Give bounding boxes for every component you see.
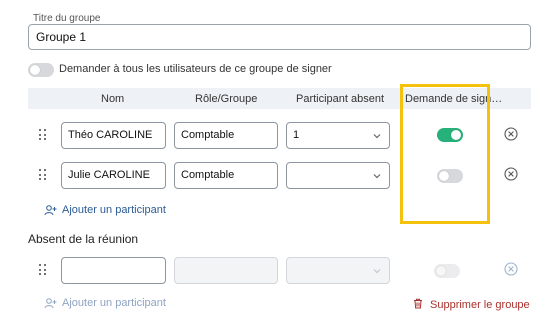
absent-participant-value: 1 <box>293 129 300 141</box>
participant-name-field[interactable]: Théo CAROLINE <box>61 122 166 149</box>
header-absent-participant: Participant absent <box>296 93 385 105</box>
remove-participant-icon[interactable] <box>504 167 518 181</box>
absent-section-heading: Absent de la réunion <box>28 232 139 246</box>
delete-group-button[interactable]: Supprimer le groupe <box>413 298 530 312</box>
toggle-knob <box>439 171 449 181</box>
drag-handle-icon[interactable] <box>39 169 47 181</box>
header-nom: Nom <box>101 93 125 105</box>
delete-group-label: Supprimer le groupe <box>430 299 530 311</box>
header-role: Rôle/Groupe <box>195 93 258 105</box>
participant-name-field[interactable]: Julie CAROLINE <box>61 162 166 189</box>
group-title-input[interactable] <box>28 24 531 50</box>
absent-role-field <box>174 257 278 284</box>
ask-all-toggle[interactable] <box>28 63 54 77</box>
add-user-icon <box>44 297 57 309</box>
sign-request-toggle[interactable] <box>437 128 463 142</box>
chevron-down-icon <box>372 171 382 181</box>
add-user-icon <box>44 204 57 216</box>
add-participant-label: Ajouter un participant <box>62 204 166 216</box>
toggle-knob <box>30 65 40 75</box>
absent-participant-select <box>286 257 390 284</box>
group-title-label: Titre du groupe <box>33 13 101 24</box>
participant-role-field[interactable]: Comptable <box>174 122 278 149</box>
participant-role-field[interactable]: Comptable <box>174 162 278 189</box>
drag-handle-icon[interactable] <box>39 264 47 276</box>
chevron-down-icon <box>372 131 382 141</box>
remove-participant-icon[interactable] <box>504 127 518 141</box>
sign-request-toggle <box>434 264 460 278</box>
add-participant-button[interactable]: Ajouter un participant <box>44 204 166 216</box>
sign-request-toggle[interactable] <box>437 169 463 183</box>
remove-participant-icon <box>504 262 518 276</box>
toggle-knob <box>436 266 446 276</box>
ask-all-label: Demander à tous les utilisateurs de ce g… <box>59 63 332 75</box>
absent-participant-select[interactable] <box>286 162 390 189</box>
absent-name-field[interactable] <box>61 257 166 284</box>
drag-handle-icon[interactable] <box>39 129 47 141</box>
absent-participant-select[interactable]: 1 <box>286 122 390 149</box>
add-participant-label: Ajouter un participant <box>62 297 166 309</box>
trash-icon <box>413 298 423 312</box>
chevron-down-icon <box>372 266 382 276</box>
header-sign-request: Demande de sign… <box>405 93 503 105</box>
add-participant-button-disabled: Ajouter un participant <box>44 297 166 309</box>
toggle-knob <box>451 130 461 140</box>
